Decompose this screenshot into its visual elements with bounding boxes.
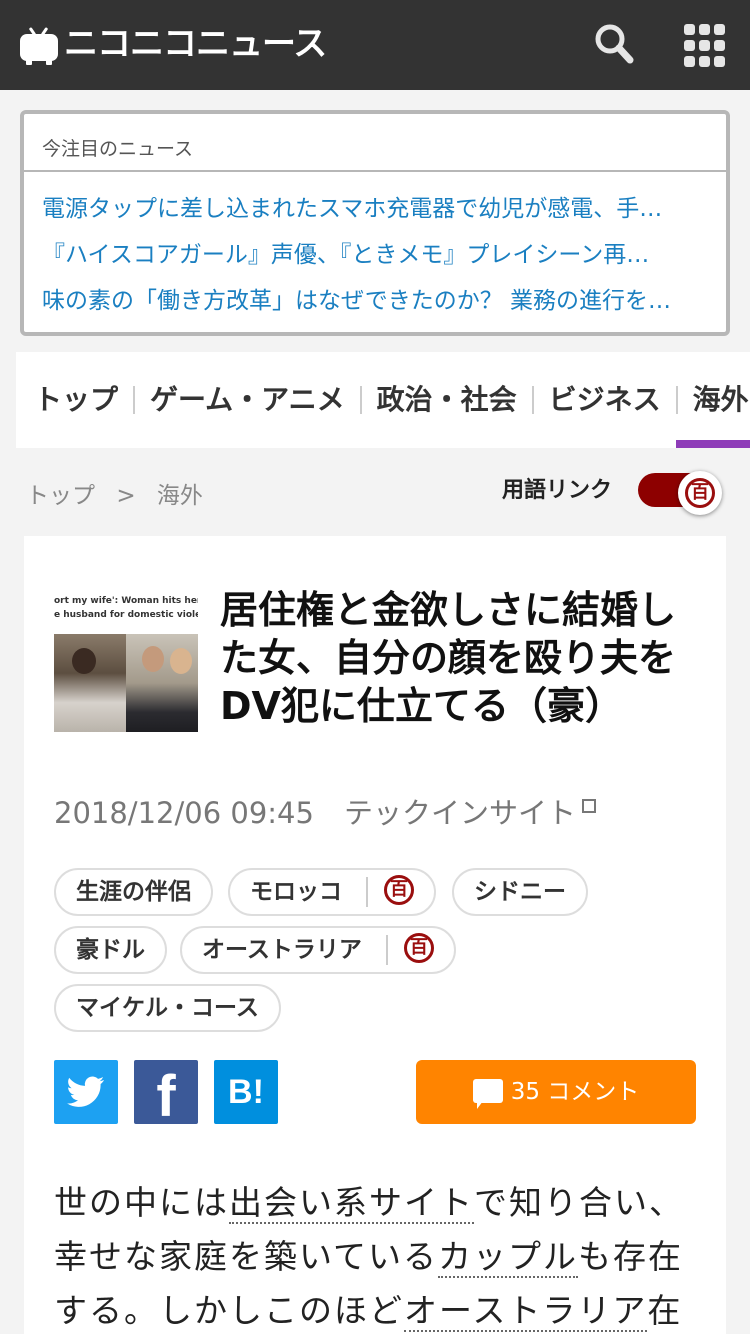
breadcrumb-top-link[interactable]: トップ	[26, 483, 95, 509]
comment-bubble-icon	[472, 1079, 503, 1109]
tag-chip[interactable]: モロッコ	[228, 868, 436, 916]
article-body: 世の中には出会い系サイトで知り合い、幸せな家庭を築いているカップルも存在する。し…	[54, 1176, 704, 1334]
featured-news-list: 電源タップに差し込まれたスマホ充電器で幼児が感電、手… 『ハイスコアガール』声優…	[24, 172, 726, 324]
hatena-bookmark-button[interactable]: B!	[214, 1060, 278, 1124]
article-thumbnail[interactable]: ort my wife': Woman hits herself e husban…	[54, 588, 198, 732]
tag-label: モロッコ	[250, 879, 342, 905]
term-link-label: 用語リンク	[502, 478, 613, 503]
category-nav: トップ ゲーム・アニメ 政治・社会 ビジネス 海外	[16, 352, 750, 448]
tag-chip[interactable]: マイケル・コース	[54, 984, 281, 1032]
article-date: 2018/12/06 09:45	[54, 796, 314, 830]
body-text: 在	[647, 1291, 683, 1330]
twitter-icon	[67, 1076, 104, 1107]
thumbnail-caption-line: ort my wife': Woman hits herself	[54, 596, 198, 606]
comment-count: 35	[510, 1079, 540, 1105]
tag-chip[interactable]: 豪ドル	[54, 926, 167, 974]
tv-logo-icon	[20, 26, 58, 65]
article-source-link[interactable]: テックインサイト	[344, 796, 576, 830]
featured-news-link[interactable]: 電源タップに差し込まれたスマホ充電器で幼児が感電、手…	[42, 186, 702, 232]
tag-chip[interactable]: シドニー	[452, 868, 588, 916]
thumbnail-caption-line: e husband for domestic violence	[54, 610, 198, 620]
nav-tab-top[interactable]: トップ	[16, 386, 133, 414]
site-logo[interactable]: ニコニコニュース	[20, 24, 327, 65]
body-text: 世の中には	[54, 1183, 229, 1222]
dictionary-icon	[685, 478, 715, 508]
nav-tab-overseas[interactable]: 海外	[675, 386, 750, 414]
search-icon[interactable]	[592, 22, 636, 66]
nav-tab-politics[interactable]: 政治・社会	[359, 386, 532, 414]
tag-label: シドニー	[474, 879, 566, 905]
term-link[interactable]: オーストラリア	[404, 1291, 648, 1332]
hatena-icon: B!	[228, 1073, 264, 1111]
tag-chip[interactable]: オーストラリア	[180, 926, 456, 974]
featured-news-link[interactable]: 味の素の「働き方改革」はなぜできたのか？ 業務の進行を…	[42, 278, 702, 324]
facebook-icon: f	[156, 1064, 176, 1129]
tag-label: オーストラリア	[202, 937, 362, 963]
logo-text: ニコニコニュース	[64, 24, 327, 64]
tag-chip[interactable]: 生涯の伴侶	[54, 868, 213, 916]
comment-button[interactable]: 35 コメント	[416, 1060, 696, 1124]
breadcrumb: トップ > 海外	[26, 476, 217, 510]
facebook-share-button[interactable]: f	[134, 1060, 198, 1129]
tag-label: 豪ドル	[76, 937, 145, 963]
featured-news-box: 今注目のニュース 電源タップに差し込まれたスマホ充電器で幼児が感電、手… 『ハイ…	[20, 110, 730, 336]
external-link-icon	[581, 799, 596, 813]
article-title: 居住権と金欲しさに結婚した女、自分の顔を殴り夫をDV犯に仕立てる（豪）	[220, 588, 677, 728]
featured-news-link[interactable]: 『ハイスコアガール』声優、『ときメモ』プレイシーン再…	[42, 232, 702, 278]
twitter-share-button[interactable]	[54, 1060, 118, 1124]
tag-label: 生涯の伴侶	[76, 879, 191, 905]
featured-news-heading: 今注目のニュース	[24, 114, 726, 172]
comment-label: コメント	[547, 1079, 640, 1105]
article-card: ort my wife': Woman hits herself e husban…	[24, 536, 726, 1334]
breadcrumb-current[interactable]: 海外	[157, 483, 203, 509]
article-meta: 2018/12/06 09:45 テックインサイト	[54, 790, 596, 832]
dictionary-icon[interactable]	[403, 933, 434, 963]
nav-tab-game-anime[interactable]: ゲーム・アニメ	[133, 386, 360, 414]
term-link[interactable]: カップル	[438, 1237, 579, 1278]
active-tab-indicator	[676, 440, 750, 448]
grid-menu-icon[interactable]	[684, 24, 728, 68]
nav-tab-business[interactable]: ビジネス	[531, 386, 676, 414]
breadcrumb-separator: >	[116, 483, 136, 509]
tag-label: マイケル・コース	[76, 995, 259, 1021]
site-header: ニコニコニュース	[0, 0, 750, 90]
dictionary-icon[interactable]	[384, 875, 414, 905]
term-link[interactable]: 出会い系サイト	[229, 1183, 474, 1224]
term-link-toggle[interactable]	[638, 471, 724, 515]
